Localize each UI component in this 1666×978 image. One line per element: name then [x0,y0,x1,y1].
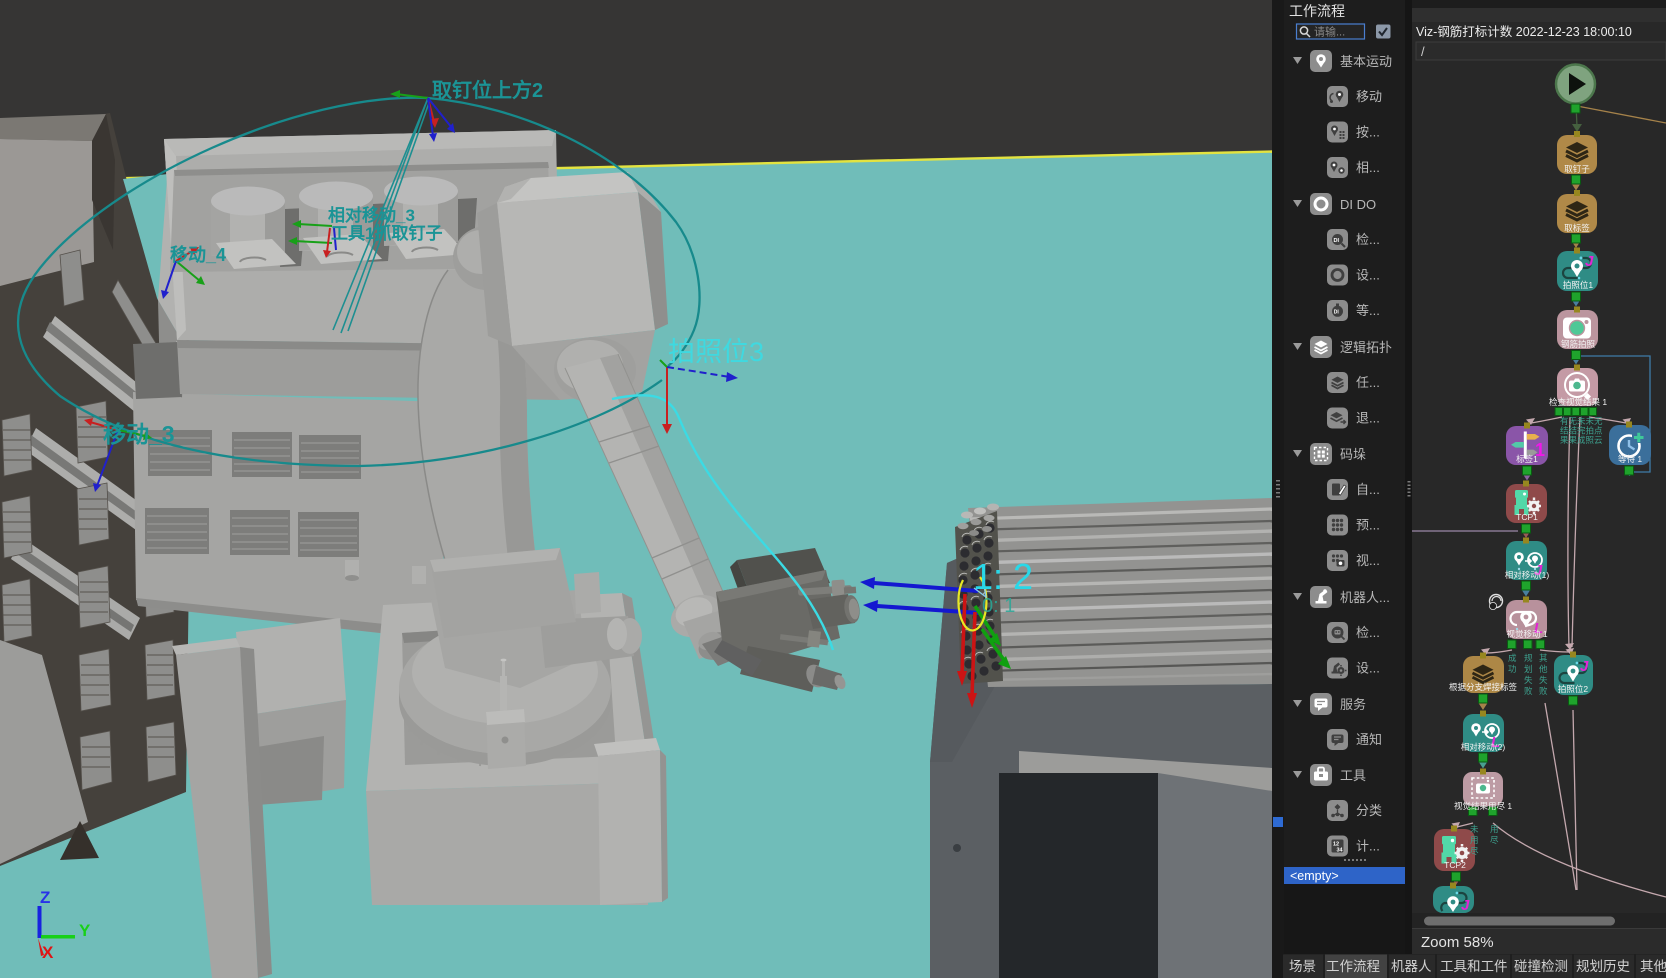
svg-text:规: 规 [1524,653,1533,663]
svg-text:TCP2: TCP2 [1444,860,1466,870]
svg-text:拍照位1: 拍照位1 [1563,280,1594,290]
svg-text:检...: 检... [1356,232,1380,247]
svg-text:设...: 设... [1356,661,1380,676]
svg-text:有无未未无: 有无未未无 [1560,416,1603,426]
svg-text:其他: 其他 [1640,959,1666,974]
svg-text:34: 34 [1337,848,1344,854]
svg-text:功: 功 [1508,664,1517,674]
svg-text:拍照位2: 拍照位2 [1558,684,1589,694]
svg-text:<empty>: <empty> [1290,869,1339,883]
svg-text:其: 其 [1539,653,1548,663]
svg-text:1: 2: 1: 2 [973,556,1033,597]
svg-text:工具: 工具 [1340,768,1366,783]
svg-text:通知: 通知 [1356,732,1382,747]
svg-text:计...: 计... [1356,839,1380,854]
svg-text:J: J [1580,658,1589,675]
svg-text:分类: 分类 [1356,803,1382,818]
svg-text:逻辑拓扑: 逻辑拓扑 [1340,340,1392,355]
svg-text:工作流程: 工作流程 [1326,959,1380,974]
svg-text:TCP1: TCP1 [1516,512,1538,522]
svg-text:标签1: 标签1 [1516,454,1538,464]
svg-text:取钉位上方2: 取钉位上方2 [432,78,543,102]
svg-text:未: 未 [1470,824,1479,834]
svg-text:退...: 退... [1356,411,1380,426]
svg-text:DI: DI [1334,310,1340,316]
svg-text:预...: 预... [1356,518,1380,533]
svg-text:Zoom 58%: Zoom 58% [1421,934,1494,951]
svg-text:果果成照云: 果果成照云 [1560,435,1603,445]
svg-text:视觉移动 1: 视觉移动 1 [1506,629,1547,639]
svg-text:用: 用 [1470,835,1479,845]
svg-text:机器人...: 机器人... [1340,590,1390,605]
svg-text:规划历史: 规划历史 [1576,959,1630,974]
svg-text:等...: 等... [1356,303,1380,318]
svg-text:视觉结果用尽 1: 视觉结果用尽 1 [1454,801,1512,811]
svg-text:任...: 任... [1356,375,1380,390]
svg-text:码垛: 码垛 [1340,447,1366,462]
svg-text:拍照位3: 拍照位3 [668,337,764,367]
svg-text:取钉子: 取钉子 [1564,164,1590,174]
svg-text:相对移动(1): 相对移动(1) [1505,570,1550,580]
svg-text:J: J [1461,897,1470,914]
svg-text:自...: 自... [1356,482,1380,497]
svg-text:碰撞检测: 碰撞检测 [1514,959,1568,974]
svg-text:移动_4: 移动_4 [170,244,226,265]
svg-text:相对移动_3: 相对移动_3 [328,205,415,225]
svg-text:相...: 相... [1356,160,1380,175]
svg-text:移动: 移动 [1356,89,1382,104]
svg-text:场景: 场景 [1289,959,1316,974]
svg-text:服务: 服务 [1340,697,1366,712]
svg-text:基本运动: 基本运动 [1340,54,1392,69]
svg-text:Y: Y [79,921,91,940]
svg-text:DI DO: DI DO [1340,197,1376,212]
svg-text:X: X [42,943,54,962]
svg-text:移动_3: 移动_3 [103,421,175,447]
svg-text:设...: 设... [1356,268,1380,283]
svg-text:机器人: 机器人 [1391,959,1432,974]
svg-text:Viz-钢筋打标计数 2022-12-23 18:00:10: Viz-钢筋打标计数 2022-12-23 18:00:10 [1416,24,1632,39]
svg-text:按...: 按... [1356,125,1380,140]
svg-text:结结完拍点: 结结完拍点 [1560,426,1603,436]
svg-text:败: 败 [1524,686,1533,696]
svg-text:失: 失 [1539,675,1548,685]
svg-text:工具和工件: 工具和工件 [1440,959,1508,974]
svg-text:/: / [1421,44,1425,59]
svg-text:用: 用 [1490,824,1499,834]
svg-text:相对移动(2): 相对移动(2) [1461,742,1506,752]
svg-text:成: 成 [1508,653,1517,663]
svg-text:他: 他 [1539,664,1548,674]
svg-text:请输...: 请输... [1314,25,1345,39]
svg-text:划: 划 [1524,664,1533,674]
svg-text:败: 败 [1539,686,1548,696]
svg-text:检...: 检... [1356,625,1380,640]
svg-text:等待 1: 等待 1 [1618,454,1642,464]
svg-text:取标签: 取标签 [1564,223,1590,233]
svg-text:尽: 尽 [1490,835,1499,845]
svg-text:钢筋拍照: 钢筋拍照 [1561,339,1596,349]
svg-text:检查视觉结果 1: 检查视觉结果 1 [1549,397,1607,407]
svg-text:工具1抓取钉子: 工具1抓取钉子 [331,223,442,243]
svg-text:J: J [1585,253,1594,270]
svg-text:尽: 尽 [1470,846,1479,856]
svg-text:视...: 视... [1356,553,1380,568]
svg-text:Z: Z [40,888,50,907]
svg-text:根据分支焊接标签: 根据分支焊接标签 [1449,682,1518,692]
svg-text:0: 1: 0: 1 [982,595,1015,617]
svg-text:失: 失 [1524,675,1533,685]
svg-text:DI: DI [1334,238,1340,244]
svg-text:工作流程: 工作流程 [1289,3,1345,19]
